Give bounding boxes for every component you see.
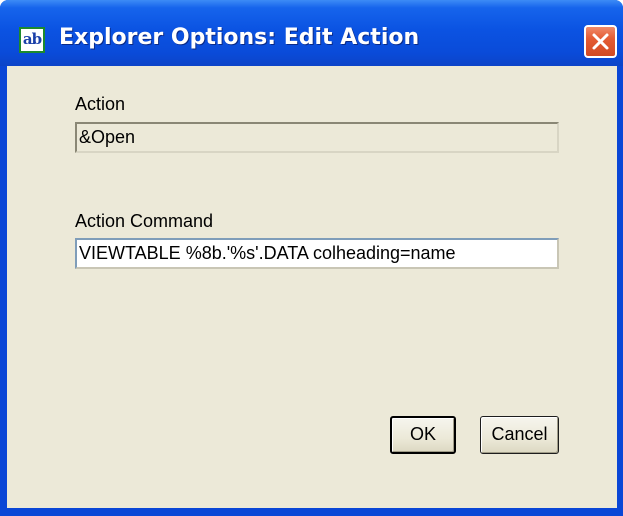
title-bar[interactable]: ab Explorer Options: Edit Action bbox=[0, 0, 623, 66]
close-icon bbox=[592, 33, 609, 50]
dialog-title: Explorer Options: Edit Action bbox=[59, 25, 420, 50]
cancel-button[interactable]: Cancel bbox=[480, 416, 559, 454]
ok-button[interactable]: OK bbox=[390, 416, 456, 454]
close-button[interactable] bbox=[584, 25, 617, 58]
action-label: Action bbox=[75, 94, 126, 114]
action-field: &Open bbox=[75, 122, 559, 153]
dialog-body: Action &Open Action Command VIEWTABLE %8… bbox=[7, 66, 617, 508]
action-command-label: Action Command bbox=[75, 211, 214, 231]
action-command-field[interactable]: VIEWTABLE %8b.'%s'.DATA colheading=name bbox=[75, 238, 559, 269]
dialog-window: ab Explorer Options: Edit Action Action … bbox=[0, 0, 623, 516]
text-field-icon: ab bbox=[19, 27, 45, 53]
